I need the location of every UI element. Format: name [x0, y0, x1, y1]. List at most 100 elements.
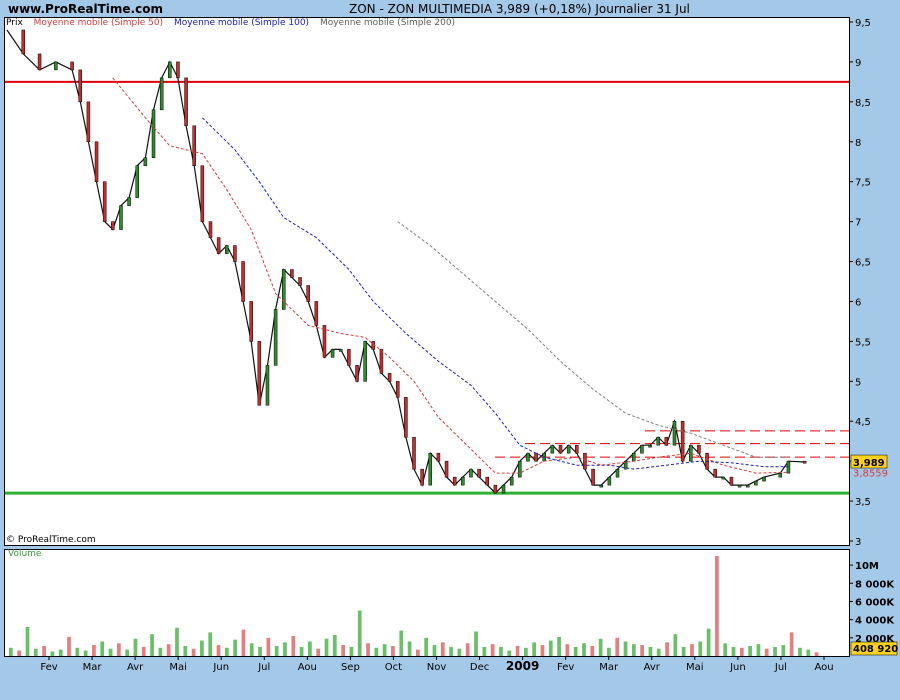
volume-bar-85 — [715, 556, 719, 656]
x-tick-label-15: Mai — [686, 662, 704, 673]
volume-bar-72 — [607, 647, 611, 656]
ma-line-1 — [112, 77, 789, 474]
volume-bar-68 — [573, 646, 578, 656]
volume-bar-63 — [532, 642, 537, 656]
volume-bar-83 — [698, 641, 703, 656]
volume-bar-81 — [681, 646, 686, 656]
volume-bar-58 — [490, 644, 495, 656]
volume-bar-6 — [58, 649, 63, 656]
price-candle-88 — [754, 480, 758, 486]
y-tick-label-2: 8,5 — [855, 98, 871, 109]
volume-bar-86 — [723, 643, 728, 656]
x-tick-label-12: Fev — [557, 662, 574, 673]
volume-bar-32 — [274, 646, 279, 656]
volume-bar-16 — [141, 646, 146, 656]
price-candle-42 — [379, 349, 384, 374]
price-candle-92 — [802, 460, 807, 464]
price-candle-45 — [404, 397, 408, 438]
price-candle-15 — [159, 77, 164, 111]
last-price-label: 3,989 — [853, 458, 885, 469]
volume-bar-35 — [299, 646, 304, 656]
y-tick-label-8: 5,5 — [855, 337, 871, 348]
price-candle-60 — [526, 452, 530, 462]
volume-bar-18 — [158, 647, 163, 656]
volume-bar-48 — [407, 641, 412, 656]
price-candle-75 — [648, 444, 652, 448]
price-candle-85 — [729, 476, 734, 486]
price-candle-46 — [412, 436, 416, 470]
price-candle-38 — [347, 349, 351, 366]
x-tick-label-3: Mai — [169, 662, 187, 673]
volume-bar-10 — [92, 645, 96, 656]
volume-bar-7 — [67, 636, 71, 656]
price-candle-40 — [363, 341, 367, 382]
volume-bar-21 — [183, 646, 188, 656]
volume-bar-44 — [374, 647, 379, 656]
price-candle-49 — [436, 452, 441, 462]
price-candle-64 — [558, 444, 563, 454]
volume-bar-69 — [582, 643, 586, 656]
volume-bar-15 — [133, 638, 138, 656]
x-tick-label-14: Avr — [644, 662, 661, 673]
price-candle-70 — [607, 476, 612, 486]
price-candle-1 — [21, 29, 26, 55]
price-candle-12 — [135, 165, 139, 198]
price-candle-5 — [78, 69, 83, 103]
volume-bar-97 — [814, 652, 819, 656]
volume-bar-66 — [557, 636, 561, 656]
price-candle-76 — [656, 436, 660, 446]
volume-bar-95 — [798, 647, 802, 656]
volume-bar-24 — [208, 632, 213, 656]
price-candle-33 — [306, 285, 310, 302]
price-candle-13 — [143, 157, 148, 166]
price-candle-14 — [151, 109, 156, 158]
volume-bar-19 — [166, 644, 171, 656]
volume-bar-39 — [332, 635, 337, 656]
price-candle-6 — [86, 101, 91, 143]
x-tick-label-16: Jun — [729, 662, 746, 673]
price-candle-55 — [485, 476, 490, 486]
price-candle-47 — [420, 468, 424, 486]
price-candle-20 — [200, 165, 205, 222]
price-candle-26 — [249, 301, 253, 342]
volume-bar-67 — [565, 644, 570, 656]
volume-bar-75 — [631, 644, 636, 656]
price-candle-25 — [241, 261, 245, 302]
volume-bar-73 — [615, 637, 620, 656]
price-candle-36 — [330, 349, 335, 358]
volume-bar-92 — [773, 646, 777, 656]
price-candle-52 — [461, 476, 465, 486]
price-candle-2 — [37, 53, 42, 71]
price-candle-68 — [591, 468, 595, 486]
price-candle-19 — [192, 125, 196, 166]
price-candle-67 — [583, 452, 587, 470]
vol-tick-label-2: 6 000K — [855, 597, 895, 608]
volume-bar-14 — [125, 649, 130, 656]
price-candle-50 — [444, 460, 449, 478]
y-tick-label-4: 7,5 — [855, 178, 871, 189]
volume-bar-22 — [191, 648, 196, 656]
volume-bar-59 — [499, 646, 503, 656]
volume-bar-70 — [590, 646, 595, 656]
price-candle-79 — [680, 420, 685, 462]
volume-bar-77 — [648, 646, 653, 656]
price-candle-29 — [273, 309, 278, 366]
volume-bar-29 — [249, 643, 254, 656]
ma-line-3 — [397, 221, 789, 458]
volume-bar-51 — [432, 645, 437, 656]
price-candle-37 — [338, 349, 343, 352]
volume-bar-5 — [50, 651, 55, 656]
price-candle-69 — [599, 484, 603, 488]
volume-bar-64 — [540, 645, 545, 656]
price-candle-24 — [233, 245, 237, 262]
volume-bar-28 — [241, 629, 246, 656]
x-tick-label-9: Nov — [427, 662, 447, 673]
volume-bar-20 — [175, 627, 179, 656]
vol-tick-label-0: 10M — [855, 561, 879, 572]
y-tick-label-3: 8 — [855, 138, 861, 149]
y-tick-label-10: 4,5 — [855, 417, 871, 428]
volume-bar-47 — [399, 630, 404, 656]
volume-bar-30 — [258, 646, 262, 656]
volume-bar-12 — [108, 648, 113, 656]
volume-bar-93 — [781, 645, 786, 656]
